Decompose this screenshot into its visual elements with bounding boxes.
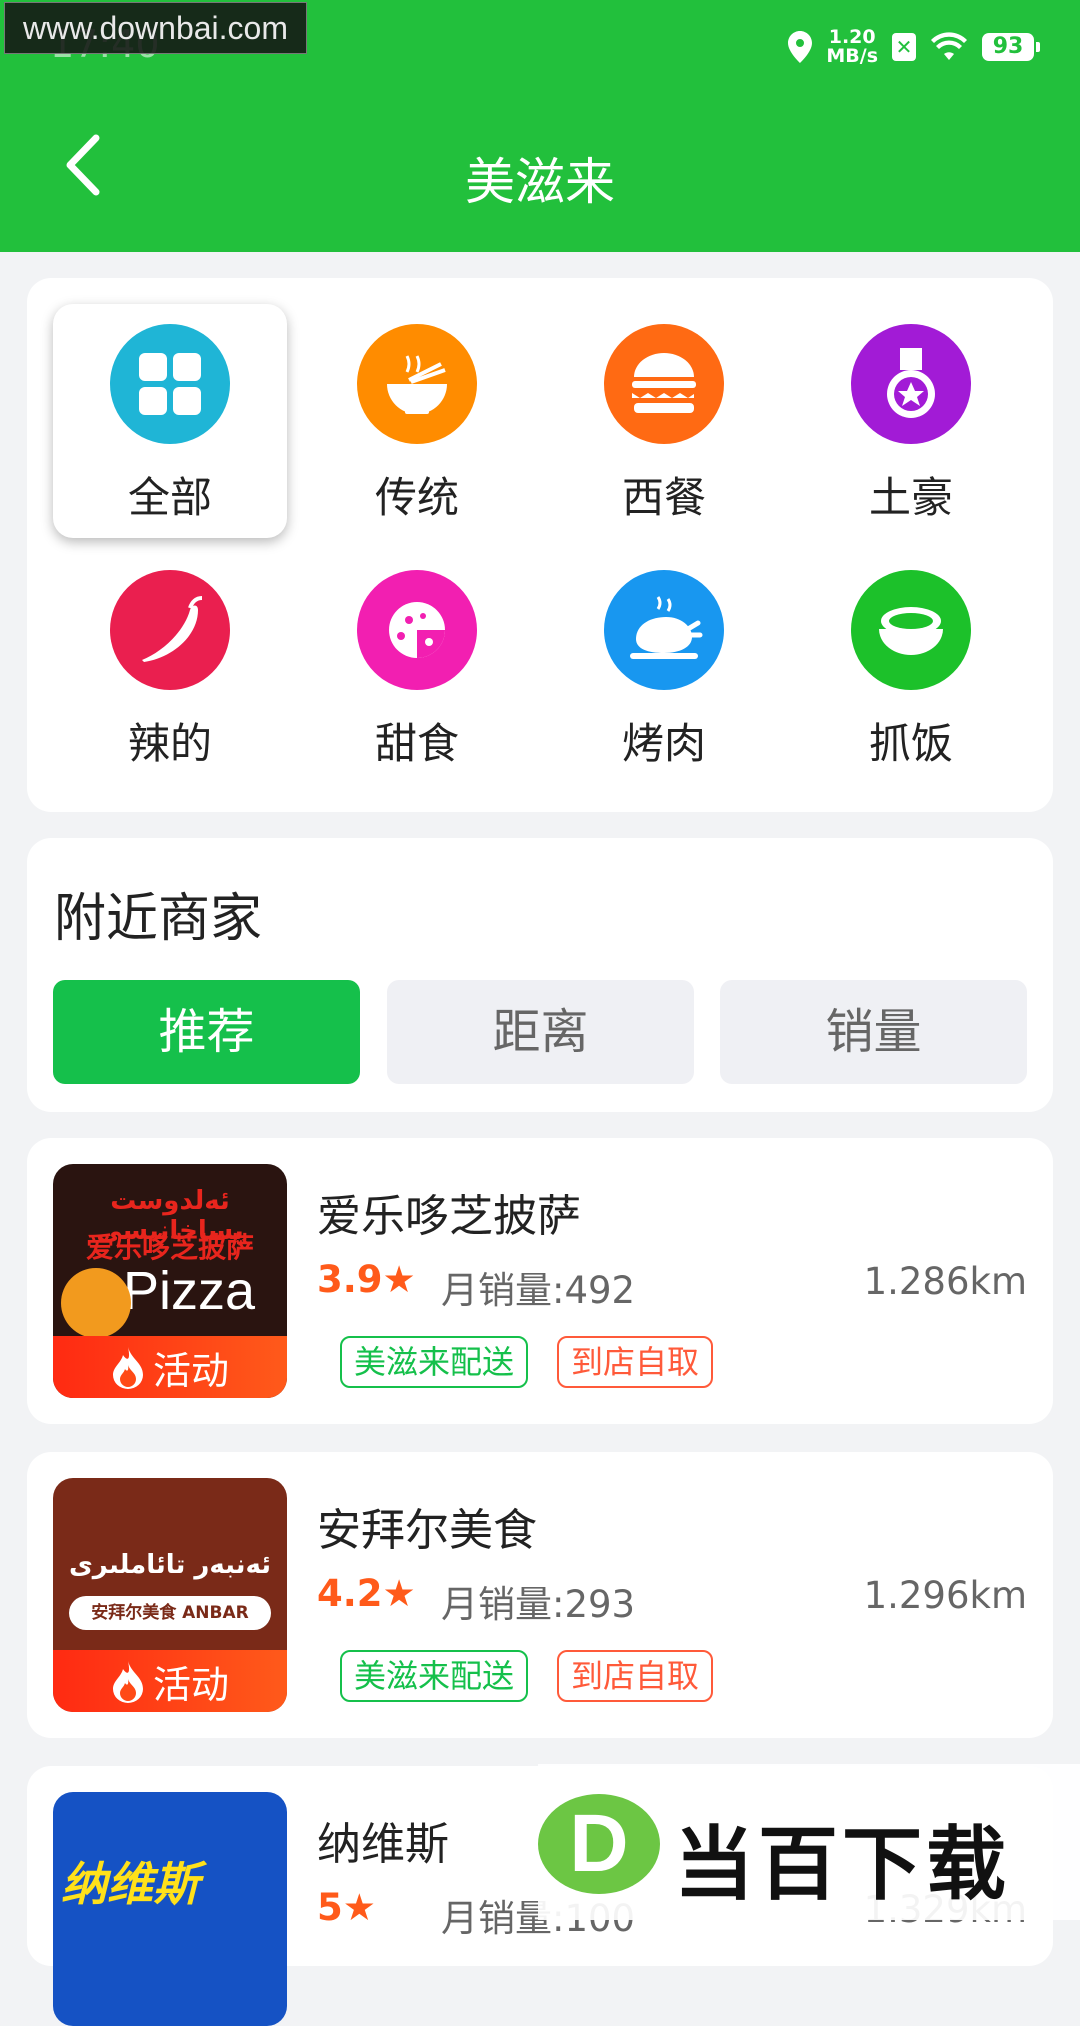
pickup-tag: 到店自取 (557, 1650, 714, 1702)
category-label: 甜食 (374, 719, 459, 768)
watermark-text: 当百下载 (674, 1818, 1010, 1911)
flame-icon (112, 1347, 143, 1389)
sort-sales-button[interactable]: 销量 (720, 980, 1027, 1084)
store-rating: 4.2★ (317, 1572, 416, 1615)
category-bbq[interactable]: 烤肉 (547, 550, 781, 784)
status-icons: 1.20 MB/s ✕ 93 (788, 26, 1040, 67)
no-sim-icon: ✕ (892, 33, 916, 61)
store-thumbnail: ئەلدوست پساخانىسى 爱乐哆芝披萨 Pizza 活动 (53, 1164, 287, 1398)
category-label: 土豪 (868, 473, 953, 522)
category-spicy[interactable]: 辣的 (53, 550, 287, 784)
noodle-bowl-icon (357, 324, 477, 444)
store-distance: 1.296km (863, 1574, 1027, 1617)
category-dessert[interactable]: 甜食 (300, 550, 534, 784)
page-title: 美滋来 (465, 153, 615, 211)
category-label: 西餐 (621, 473, 706, 522)
category-label: 抓饭 (868, 719, 953, 768)
medal-icon (851, 324, 971, 444)
delivery-tag: 美滋来配送 (340, 1650, 529, 1702)
category-label: 全部 (127, 473, 212, 522)
chili-icon (110, 570, 230, 690)
flame-icon (112, 1661, 143, 1703)
rice-bowl-icon (851, 570, 971, 690)
roast-chicken-icon (604, 570, 724, 690)
category-label: 辣的 (127, 719, 212, 768)
category-label: 传统 (374, 473, 459, 522)
promo-badge: 活动 (53, 1650, 287, 1712)
store-rating: 5★ (317, 1886, 376, 1929)
grid-icon (110, 324, 230, 444)
store-monthly-sales: 月销量:293 (441, 1583, 636, 1626)
sort-recommended-button[interactable]: 推荐 (53, 980, 360, 1084)
category-all[interactable]: 全部 (53, 304, 287, 538)
store-name: 纳维斯 (317, 1819, 449, 1870)
category-pilaf[interactable]: 抓饭 (794, 550, 1028, 784)
store-monthly-sales: 月销量:492 (441, 1269, 636, 1312)
store-card[interactable]: ئەلدوست پساخانىسى 爱乐哆芝披萨 Pizza 活动 爱乐哆芝披萨… (27, 1138, 1053, 1424)
burger-icon (604, 324, 724, 444)
site-watermark-logo: D 当百下载 (538, 1764, 1080, 1920)
pizza-icon (357, 570, 477, 690)
wifi-icon (931, 32, 967, 60)
app-header: 17:40 www.downbai.com 1.20 MB/s ✕ 93 美滋来 (0, 0, 1080, 252)
dangbai-logo-icon: D (538, 1794, 660, 1894)
pickup-tag: 到店自取 (557, 1336, 714, 1388)
category-western[interactable]: 西餐 (547, 304, 781, 538)
store-distance: 1.286km (863, 1260, 1027, 1303)
site-watermark: www.downbai.com (4, 2, 307, 54)
pizza-slice-icon (61, 1268, 131, 1338)
network-speed: 1.20 MB/s (826, 26, 878, 67)
battery-indicator: 93 (982, 33, 1040, 61)
store-thumbnail: ئەنبەر تائاملىرى 安拜尔美食 ANBAR 活动 (53, 1478, 287, 1712)
sort-distance-button[interactable]: 距离 (387, 980, 694, 1084)
category-luxury[interactable]: 土豪 (794, 304, 1028, 538)
store-card[interactable]: ئەنبەر تائاملىرى 安拜尔美食 ANBAR 活动 安拜尔美食 4.… (27, 1452, 1053, 1738)
nearby-section: 附近商家 推荐 距离 销量 (27, 838, 1053, 1112)
category-grid: 全部 传统 西餐 土豪 辣的 甜食 烤肉 抓饭 (27, 278, 1053, 812)
promo-badge: 活动 (53, 1336, 287, 1398)
location-icon (788, 31, 813, 63)
section-title: 附近商家 (54, 889, 263, 949)
store-name: 爱乐哆芝披萨 (317, 1191, 581, 1242)
store-rating: 3.9★ (317, 1258, 416, 1301)
delivery-tag: 美滋来配送 (340, 1336, 529, 1388)
store-name: 安拜尔美食 (317, 1505, 537, 1556)
store-thumbnail: 纳维斯 (53, 1792, 287, 2026)
category-traditional[interactable]: 传统 (300, 304, 534, 538)
category-label: 烤肉 (621, 719, 706, 768)
